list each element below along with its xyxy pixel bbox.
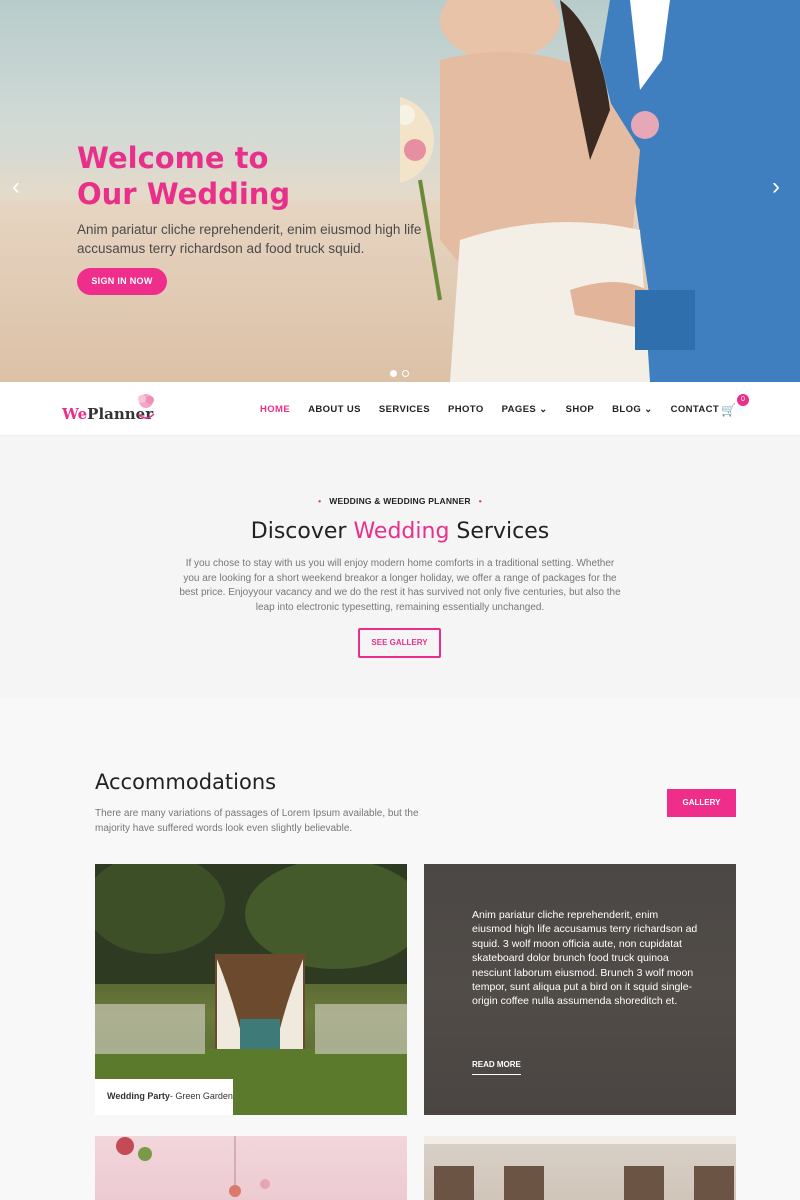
card-caption-title: Wedding Party bbox=[107, 1091, 170, 1101]
read-more-link[interactable]: READ MORE bbox=[472, 1060, 521, 1075]
logo-we: We bbox=[62, 405, 88, 423]
logo-flower-icon bbox=[137, 394, 155, 419]
shopping-cart-icon[interactable]: 🛒 bbox=[721, 403, 736, 417]
nav-item-pages-label: PAGES bbox=[501, 404, 537, 415]
chevron-down-icon: ⌄ bbox=[644, 404, 653, 415]
slider-dot-1[interactable] bbox=[390, 370, 397, 377]
services-eyebrow: • WEDDING & WEDDING PLANNER • bbox=[0, 496, 800, 506]
nav-item-pages[interactable]: PAGES ⌄ bbox=[502, 404, 548, 415]
accommodation-card-garden[interactable]: Wedding Party- Green Garden bbox=[95, 864, 407, 1115]
services-title-after: Services bbox=[449, 519, 550, 544]
slider-dots bbox=[390, 364, 414, 382]
see-gallery-button[interactable]: SEE GALLERY bbox=[358, 628, 441, 658]
hero-title-line2: Our Wedding bbox=[77, 177, 291, 211]
chevron-down-icon: ⌄ bbox=[539, 404, 548, 415]
nav-item-blog[interactable]: BLOG ⌄ bbox=[612, 404, 652, 415]
hero-title: Welcome to Our Wedding bbox=[77, 140, 377, 212]
accommodation-card-flowers[interactable] bbox=[95, 1136, 407, 1200]
services-section: • WEDDING & WEDDING PLANNER • Discover Wed… bbox=[0, 436, 800, 698]
accommodations-title: Accommodations bbox=[95, 770, 277, 794]
accommodations-section: Accommodations There are many variations… bbox=[0, 698, 800, 1200]
accommodations-description: There are many variations of passages of… bbox=[95, 808, 419, 834]
services-title-highlight: Wedding bbox=[353, 519, 450, 544]
cart-count-badge: 0 bbox=[737, 394, 749, 406]
hall-card-description: Anim pariatur cliche reprehenderit, enim… bbox=[472, 909, 698, 1008]
nav-item-about-us[interactable]: ABOUT US bbox=[308, 404, 361, 415]
nav-item-contact[interactable]: CONTACT bbox=[671, 404, 720, 415]
garden-ceremony-image bbox=[95, 864, 407, 1115]
hero-slider: Welcome to Our Wedding Anim pariatur cli… bbox=[0, 0, 800, 382]
gallery-button[interactable]: GALLERY bbox=[667, 789, 736, 817]
flower-decor-image bbox=[116, 1136, 270, 1197]
interior-image bbox=[424, 1136, 736, 1200]
sign-in-button[interactable]: SIGN IN NOW bbox=[77, 268, 167, 295]
hero-text: Anim pariatur cliche reprehenderit, enim… bbox=[77, 222, 422, 256]
accommodation-card-interior[interactable] bbox=[424, 1136, 736, 1200]
bullet-icon: • bbox=[318, 496, 322, 506]
services-eyebrow-text: WEDDING & WEDDING PLANNER bbox=[329, 496, 471, 506]
chevron-left-icon[interactable]: ‹ bbox=[12, 175, 30, 199]
hero-title-line1: Welcome to bbox=[77, 141, 269, 175]
nav-menu: HOME ABOUT US SERVICES PHOTO PAGES ⌄ SHO… bbox=[260, 404, 737, 415]
chevron-right-icon[interactable]: › bbox=[772, 175, 790, 199]
services-description: If you chose to stay with us you will en… bbox=[179, 558, 621, 613]
bullet-icon: • bbox=[478, 496, 482, 506]
nav-item-home[interactable]: HOME bbox=[260, 404, 290, 415]
card-caption: Wedding Party- Green Garden bbox=[95, 1079, 233, 1115]
services-title: Discover Wedding Services bbox=[0, 519, 800, 544]
nav-item-services[interactable]: SERVICES bbox=[379, 404, 430, 415]
nav-item-shop[interactable]: SHOP bbox=[566, 404, 595, 415]
nav-item-photo[interactable]: PHOTO bbox=[448, 404, 484, 415]
nav-item-blog-label: BLOG bbox=[612, 404, 642, 415]
main-navbar: WePlanner HOME ABOUT US SERVICES PHOTO P… bbox=[0, 382, 800, 436]
hero-couple-image bbox=[400, 0, 800, 382]
card-caption-subtitle: - Green Garden bbox=[169, 1091, 233, 1101]
accommodation-card-hall: Anim pariatur cliche reprehenderit, enim… bbox=[424, 864, 736, 1115]
slider-dot-2[interactable] bbox=[402, 370, 409, 377]
services-title-before: Discover bbox=[250, 519, 354, 544]
